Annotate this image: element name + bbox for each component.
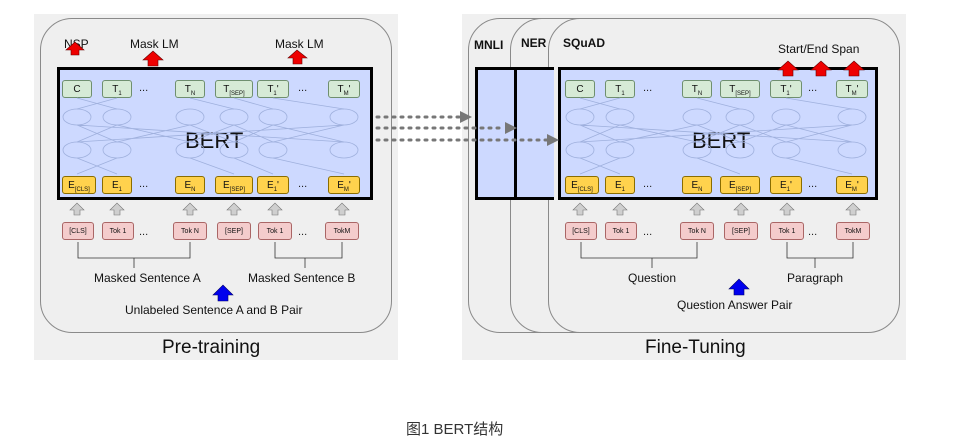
bert-architecture-figure: NSP Mask LM Mask LM BERT C T1 ... TN T[S… [0,0,964,447]
connector-layer [62,41,867,302]
pretraining-head-arrows [65,41,308,67]
mask-lm-arrow-icon-2 [287,49,308,65]
span-arrows [777,60,865,77]
pretraining-brackets [77,242,343,268]
span-arrow-icon-2 [810,60,832,77]
pretraining-input-arrows [69,202,350,216]
span-arrow-icon-3 [843,60,865,77]
finetuning-brackets [580,242,854,268]
pretraining-mesh [62,97,359,175]
pretraining-blue-arrow-icon [212,284,234,302]
finetuning-blue-arrow-icon [728,278,750,296]
nsp-arrow-icon [65,41,85,56]
finetuning-input-arrows [572,202,861,216]
mask-lm-arrow-icon-1 [142,50,164,67]
blue-arrows [212,278,750,302]
span-arrow-icon-1 [777,60,799,77]
finetuning-mesh [565,97,867,175]
